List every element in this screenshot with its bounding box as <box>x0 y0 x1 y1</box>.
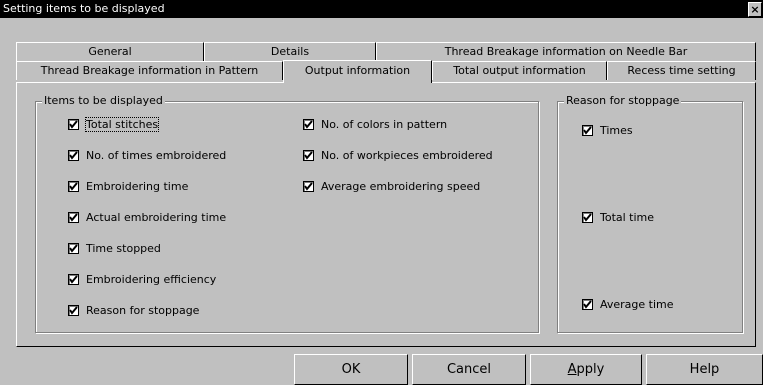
tab-label: Total output information <box>453 64 586 77</box>
tab-recess-time-setting[interactable]: Recess time setting <box>607 61 756 80</box>
check-icon <box>69 305 78 315</box>
tab-output-information[interactable]: Output information <box>283 60 432 83</box>
checkbox-label: Embroidering time <box>86 179 189 193</box>
tab-thread-breakage-pattern[interactable]: Thread Breakage information in Pattern <box>16 61 283 80</box>
check-icon <box>304 181 313 191</box>
check-icon <box>69 181 78 191</box>
tab-label: Thread Breakage information on Needle Ba… <box>444 45 688 58</box>
checkbox-label: No. of times embroidered <box>86 148 227 162</box>
checkbox-reason-times[interactable]: Times <box>582 122 633 138</box>
apply-mnemonic: A <box>567 362 577 377</box>
checkbox-total-stitches[interactable]: Total stitches <box>68 116 160 132</box>
checkbox-box <box>68 273 79 285</box>
checkbox-label: Total time <box>600 210 655 224</box>
apply-button[interactable]: Apply <box>530 354 642 385</box>
settings-dialog: Setting items to be displayed × General … <box>0 0 763 385</box>
tab-thread-breakage-needle-bar[interactable]: Thread Breakage information on Needle Ba… <box>376 42 756 61</box>
close-button[interactable]: × <box>748 2 762 17</box>
checkbox-label: Embroidering efficiency <box>86 272 217 286</box>
checkbox-reason-average-time[interactable]: Average time <box>582 296 674 312</box>
cancel-button[interactable]: Cancel <box>412 354 526 385</box>
check-icon <box>69 212 78 222</box>
close-icon: × <box>750 3 760 16</box>
apply-label-rest: pply <box>576 362 605 377</box>
apply-button-label: Apply <box>568 362 605 377</box>
tab-panel: Items to be displayed Total stitches No.… <box>16 82 756 347</box>
tab-general[interactable]: General <box>16 42 204 61</box>
title-bar: Setting items to be displayed × <box>0 0 763 18</box>
checkbox-label: Average embroidering speed <box>321 179 481 193</box>
checkbox-workpieces-embroidered[interactable]: No. of workpieces embroidered <box>303 147 493 163</box>
tab-label: Recess time setting <box>627 64 736 77</box>
checkbox-reason-for-stoppage[interactable]: Reason for stoppage <box>68 302 199 318</box>
check-icon <box>69 274 78 284</box>
checkbox-times-embroidered[interactable]: No. of times embroidered <box>68 147 226 163</box>
checkbox-average-embroidering-speed[interactable]: Average embroidering speed <box>303 178 480 194</box>
checkbox-box <box>68 149 79 161</box>
ok-button[interactable]: OK <box>294 354 408 385</box>
reason-group-title: Reason for stoppage <box>564 94 682 107</box>
checkbox-reason-total-time[interactable]: Total time <box>582 209 654 225</box>
checkbox-embroidering-efficiency[interactable]: Embroidering efficiency <box>68 271 216 287</box>
check-icon <box>583 212 592 222</box>
checkbox-label: Reason for stoppage <box>86 303 200 317</box>
checkbox-box <box>68 118 79 130</box>
checkbox-box <box>582 211 593 223</box>
checkbox-box <box>68 242 79 254</box>
checkbox-box <box>68 211 79 223</box>
checkbox-box <box>303 180 314 192</box>
checkbox-label: Average time <box>600 297 674 311</box>
check-icon <box>304 150 313 160</box>
checkbox-actual-embroidering-time[interactable]: Actual embroidering time <box>68 209 226 225</box>
check-icon <box>69 150 78 160</box>
check-icon <box>69 243 78 253</box>
check-icon <box>583 125 592 135</box>
checkbox-box <box>68 180 79 192</box>
tab-label: Output information <box>304 64 411 77</box>
checkbox-box <box>303 118 314 130</box>
check-icon <box>304 119 313 129</box>
tab-label: Thread Breakage information in Pattern <box>40 64 259 77</box>
items-group-title: Items to be displayed <box>42 94 165 107</box>
reason-group: Reason for stoppage Times Total time Ave… <box>557 94 743 333</box>
tab-total-output-information[interactable]: Total output information <box>432 61 607 80</box>
checkbox-label: No. of workpieces embroidered <box>321 148 493 162</box>
items-group: Items to be displayed Total stitches No.… <box>35 94 539 333</box>
tab-details[interactable]: Details <box>204 42 376 61</box>
tab-label: Details <box>270 45 310 58</box>
checkbox-colors-in-pattern[interactable]: No. of colors in pattern <box>303 116 447 132</box>
checkbox-box <box>68 304 79 316</box>
window-title: Setting items to be displayed <box>3 2 165 15</box>
checkbox-time-stopped[interactable]: Time stopped <box>68 240 161 256</box>
checkbox-box <box>582 124 593 136</box>
checkbox-embroidering-time[interactable]: Embroidering time <box>68 178 188 194</box>
tab-label: General <box>88 45 132 58</box>
cancel-button-label: Cancel <box>446 362 492 377</box>
checkbox-label: Actual embroidering time <box>86 210 227 224</box>
checkbox-label: Total stitches <box>84 116 160 132</box>
check-icon <box>69 119 78 129</box>
ok-button-label: OK <box>341 362 361 377</box>
checkbox-label: Times <box>600 123 633 137</box>
checkbox-box <box>582 298 593 310</box>
check-icon <box>583 299 592 309</box>
checkbox-box <box>303 149 314 161</box>
checkbox-label: No. of colors in pattern <box>321 117 448 131</box>
checkbox-label: Time stopped <box>86 241 161 255</box>
help-button[interactable]: Help <box>646 354 763 385</box>
help-button-label: Help <box>689 362 720 377</box>
